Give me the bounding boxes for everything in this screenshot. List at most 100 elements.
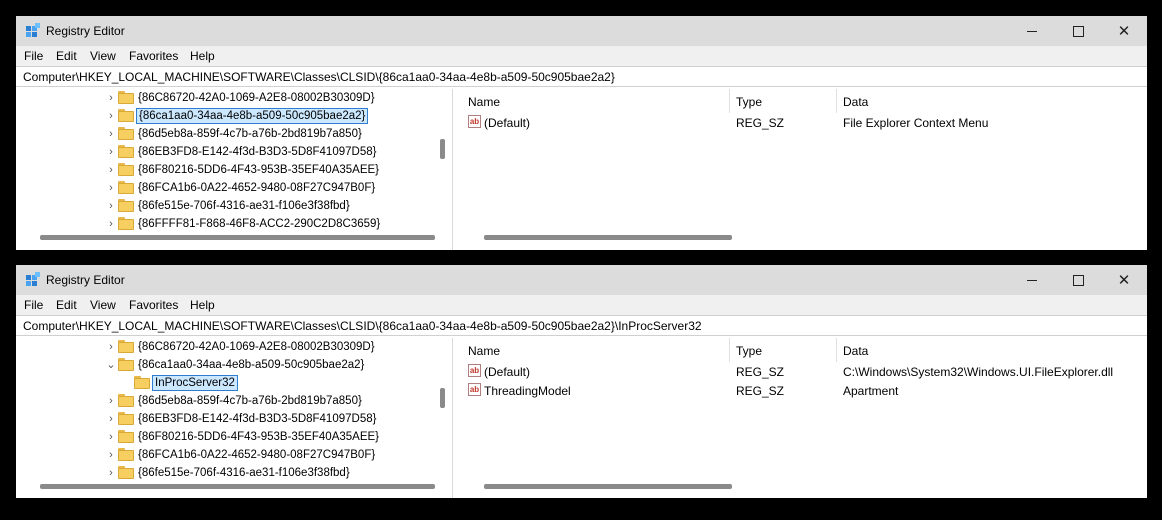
- close-icon: ✕: [1117, 271, 1131, 289]
- tree-item[interactable]: › {86EB3FD8-E142-4f3d-B3D3-5D8F41097D58}: [16, 143, 436, 161]
- column-divider[interactable]: [729, 89, 730, 113]
- registry-editor-window-1: Registry Editor ✕ File Edit View Favorit…: [16, 16, 1147, 250]
- value-row[interactable]: ab ThreadingModel REG_SZ Apartment: [460, 381, 1147, 400]
- address-bar[interactable]: Computer\HKEY_LOCAL_MACHINE\SOFTWARE\Cla…: [16, 66, 1147, 87]
- menu-file[interactable]: File: [24, 49, 43, 63]
- address-path: Computer\HKEY_LOCAL_MACHINE\SOFTWARE\Cla…: [23, 70, 615, 84]
- chevron-right-icon[interactable]: ›: [106, 466, 116, 480]
- close-button[interactable]: ✕: [1101, 265, 1147, 295]
- tree-vertical-scrollbar[interactable]: [440, 388, 445, 408]
- tree-item[interactable]: › {86C86720-42A0-1069-A2E8-08002B30309D}: [16, 338, 436, 356]
- tree-item[interactable]: › {86F80216-5DD6-4F43-953B-35EF40A35AEE}: [16, 161, 436, 179]
- chevron-right-icon[interactable]: ›: [106, 181, 116, 195]
- chevron-right-icon[interactable]: ›: [106, 394, 116, 408]
- string-value-icon: ab: [468, 364, 481, 377]
- folder-icon: [118, 127, 134, 140]
- chevron-right-icon[interactable]: ›: [106, 340, 116, 354]
- folder-icon: [118, 466, 134, 479]
- values-list: Name Type Data ab (Default) REG_SZ C:\Wi…: [460, 338, 1147, 498]
- menu-view[interactable]: View: [90, 49, 116, 63]
- menu-view[interactable]: View: [90, 298, 116, 312]
- tree-item-label: {86ca1aa0-34aa-4e8b-a509-50c905bae2a2}: [136, 108, 369, 124]
- value-data: File Explorer Context Menu: [843, 116, 989, 130]
- tree-item-selected[interactable]: › {86ca1aa0-34aa-4e8b-a509-50c905bae2a2}: [16, 107, 436, 125]
- chevron-down-icon[interactable]: ⌄: [106, 358, 116, 372]
- folder-icon: [118, 181, 134, 194]
- menu-edit[interactable]: Edit: [56, 298, 77, 312]
- tree-item[interactable]: › {86FCA1b6-0A22-4652-9480-08F27C947B0F}: [16, 446, 436, 464]
- minimize-button[interactable]: [1009, 16, 1055, 46]
- registry-editor-icon: [26, 272, 40, 286]
- chevron-right-icon[interactable]: ›: [106, 145, 116, 159]
- tree-item-label: InProcServer32: [152, 375, 238, 391]
- column-header-type[interactable]: Type: [736, 95, 762, 109]
- value-data: C:\Windows\System32\Windows.UI.FileExplo…: [843, 365, 1114, 379]
- maximize-button[interactable]: [1055, 265, 1101, 295]
- column-header-type[interactable]: Type: [736, 344, 762, 358]
- menu-favorites[interactable]: Favorites: [129, 49, 178, 63]
- menu-file[interactable]: File: [24, 298, 43, 312]
- tree-item[interactable]: › {86EB3FD8-E142-4f3d-B3D3-5D8F41097D58}: [16, 410, 436, 428]
- tree-item[interactable]: › {86C86720-42A0-1069-A2E8-08002B30309D}: [16, 89, 436, 107]
- tree-item-label: {86C86720-42A0-1069-A2E8-08002B30309D}: [138, 92, 375, 104]
- title-bar[interactable]: Registry Editor ✕: [16, 16, 1147, 46]
- folder-icon: [118, 145, 134, 158]
- column-divider[interactable]: [836, 338, 837, 362]
- chevron-right-icon[interactable]: ›: [106, 217, 116, 231]
- close-button[interactable]: ✕: [1101, 16, 1147, 46]
- minimize-button[interactable]: [1009, 265, 1055, 295]
- chevron-right-icon[interactable]: ›: [106, 109, 116, 123]
- value-type: REG_SZ: [736, 116, 785, 130]
- chevron-right-icon[interactable]: ›: [106, 430, 116, 444]
- values-horizontal-scrollbar[interactable]: [484, 484, 732, 489]
- folder-icon: [118, 448, 134, 461]
- column-header-name[interactable]: Name: [468, 95, 500, 109]
- menu-favorites[interactable]: Favorites: [129, 298, 178, 312]
- tree-item-label: {86d5eb8a-859f-4c7b-a76b-2bd819b7a850}: [138, 395, 362, 407]
- maximize-button[interactable]: [1055, 16, 1101, 46]
- tree-horizontal-scrollbar[interactable]: [40, 484, 435, 489]
- tree-item-expanded[interactable]: ⌄ {86ca1aa0-34aa-4e8b-a509-50c905bae2a2}: [16, 356, 436, 374]
- chevron-right-icon[interactable]: ›: [106, 163, 116, 177]
- chevron-right-icon[interactable]: ›: [106, 412, 116, 426]
- menu-help[interactable]: Help: [190, 49, 215, 63]
- folder-icon: [118, 109, 134, 122]
- tree-item[interactable]: › {86d5eb8a-859f-4c7b-a76b-2bd819b7a850}: [16, 392, 436, 410]
- column-header-data[interactable]: Data: [843, 344, 868, 358]
- key-tree: › {86C86720-42A0-1069-A2E8-08002B30309D} …: [16, 89, 453, 250]
- address-path: Computer\HKEY_LOCAL_MACHINE\SOFTWARE\Cla…: [23, 319, 702, 333]
- tree-item[interactable]: › {86fe515e-706f-4316-ae31-f106e3f38fbd}: [16, 464, 436, 482]
- menu-help[interactable]: Help: [190, 298, 215, 312]
- window-title: Registry Editor: [46, 24, 125, 38]
- value-name: (Default): [484, 365, 531, 379]
- tree-horizontal-scrollbar[interactable]: [40, 235, 435, 240]
- tree-item[interactable]: › {86F80216-5DD6-4F43-953B-35EF40A35AEE}: [16, 428, 436, 446]
- values-list: Name Type Data ab (Default) REG_SZ File …: [460, 89, 1147, 250]
- menu-edit[interactable]: Edit: [56, 49, 77, 63]
- value-row[interactable]: ab (Default) REG_SZ File Explorer Contex…: [460, 113, 1147, 132]
- tree-item[interactable]: › {86FFFF81-F868-46F8-ACC2-290C2D8C3659}: [16, 215, 436, 233]
- address-bar[interactable]: Computer\HKEY_LOCAL_MACHINE\SOFTWARE\Cla…: [16, 315, 1147, 336]
- chevron-right-icon[interactable]: ›: [106, 127, 116, 141]
- string-value-icon: ab: [468, 115, 481, 128]
- folder-icon: [118, 340, 134, 353]
- chevron-right-icon[interactable]: ›: [106, 91, 116, 105]
- value-row[interactable]: ab (Default) REG_SZ C:\Windows\System32\…: [460, 362, 1147, 381]
- value-type: REG_SZ: [736, 384, 785, 398]
- menu-bar: File Edit View Favorites Help: [16, 295, 1147, 315]
- values-horizontal-scrollbar[interactable]: [484, 235, 732, 240]
- chevron-right-icon[interactable]: ›: [106, 199, 116, 213]
- folder-icon: [118, 163, 134, 176]
- column-header-data[interactable]: Data: [843, 95, 868, 109]
- tree-item[interactable]: › {86FCA1b6-0A22-4652-9480-08F27C947B0F}: [16, 179, 436, 197]
- title-bar[interactable]: Registry Editor ✕: [16, 265, 1147, 295]
- tree-item-selected[interactable]: InProcServer32: [16, 374, 436, 392]
- tree-vertical-scrollbar[interactable]: [440, 139, 445, 159]
- tree-item[interactable]: › {86fe515e-706f-4316-ae31-f106e3f38fbd}: [16, 197, 436, 215]
- column-header-name[interactable]: Name: [468, 344, 500, 358]
- tree-item-label: {86FCA1b6-0A22-4652-9480-08F27C947B0F}: [138, 449, 376, 461]
- chevron-right-icon[interactable]: ›: [106, 448, 116, 462]
- tree-item[interactable]: › {86d5eb8a-859f-4c7b-a76b-2bd819b7a850}: [16, 125, 436, 143]
- column-divider[interactable]: [729, 338, 730, 362]
- column-divider[interactable]: [836, 89, 837, 113]
